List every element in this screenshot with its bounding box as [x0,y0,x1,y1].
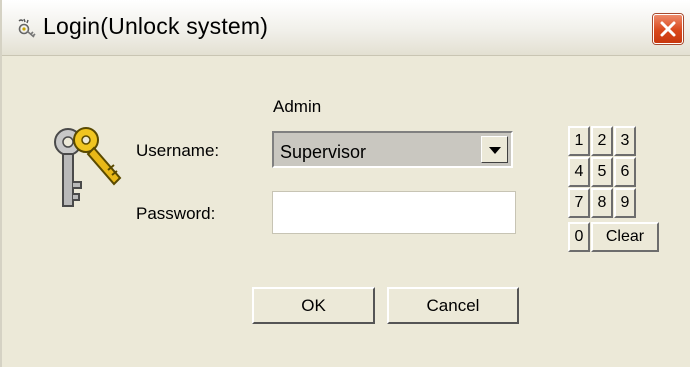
login-dialog: Login(Unlock system) Admin Username: Pas… [0,0,690,367]
keypad-clear-button[interactable]: Clear [591,222,659,252]
dialog-title: Login(Unlock system) [43,13,269,39]
keypad-key-2[interactable]: 2 [591,126,613,156]
keypad-key-4[interactable]: 4 [568,157,590,187]
keypad-key-5[interactable]: 5 [591,157,613,187]
cancel-button[interactable]: Cancel [387,287,519,324]
keys-icon [16,17,38,39]
keypad-key-6[interactable]: 6 [614,157,636,187]
role-label: Admin [273,97,322,116]
password-label: Password: [136,204,216,223]
close-icon [660,21,676,37]
username-value: Supervisor [280,142,367,162]
keypad-key-9[interactable]: 9 [614,188,636,218]
key-icon [46,124,126,214]
title-bar[interactable]: Login(Unlock system) [2,0,690,56]
ok-button[interactable]: OK [252,287,375,324]
keypad-key-8[interactable]: 8 [591,188,613,218]
username-select[interactable]: Supervisor [272,131,513,168]
password-field[interactable] [272,191,516,234]
chevron-down-icon[interactable] [481,136,508,163]
keypad-key-1[interactable]: 1 [568,126,590,156]
keypad-key-3[interactable]: 3 [614,126,636,156]
username-label: Username: [136,141,220,160]
close-button[interactable] [653,14,683,44]
keypad-key-0[interactable]: 0 [568,222,590,252]
keypad-key-7[interactable]: 7 [568,188,590,218]
